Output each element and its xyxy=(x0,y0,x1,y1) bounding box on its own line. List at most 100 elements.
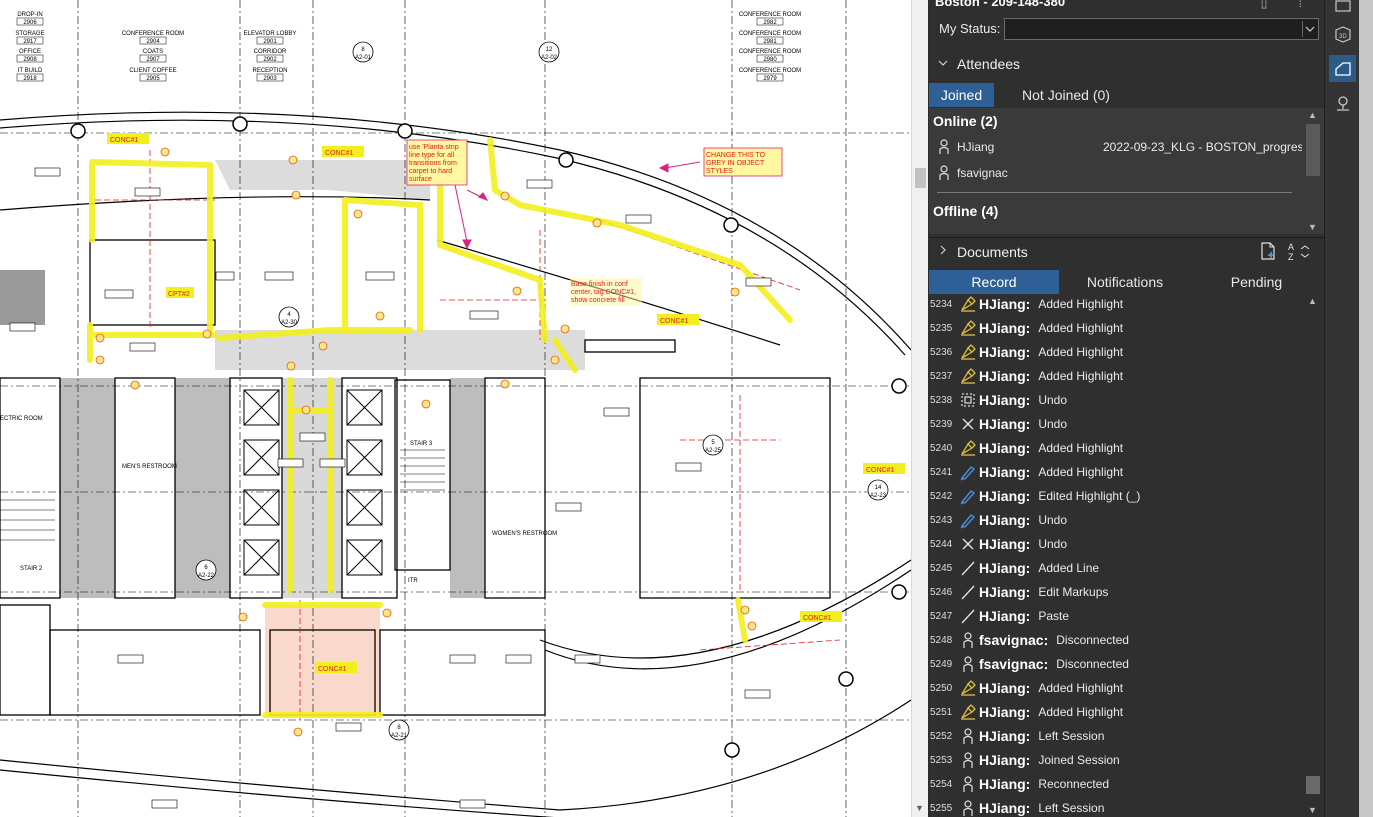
record-row[interactable]: 5244 HJiang: Undo xyxy=(929,532,1302,556)
record-user: HJiang: xyxy=(979,560,1031,576)
attendee-hjiang[interactable]: HJiang xyxy=(939,139,994,155)
attendees-header[interactable]: Attendees xyxy=(929,50,1324,78)
person-icon xyxy=(957,749,979,771)
record-row[interactable]: 5238 HJiang: Undo xyxy=(929,388,1302,412)
svg-text:CLIENT COFFEE: CLIENT COFFEE xyxy=(129,68,176,74)
svg-text:14: 14 xyxy=(875,485,882,491)
scroll-up-icon[interactable]: ▲ xyxy=(1308,110,1317,120)
sets-3d-icon[interactable]: 3D xyxy=(1329,20,1356,47)
record-number: 5244 xyxy=(930,538,953,550)
record-row[interactable]: 5255 HJiang: Left Session xyxy=(929,796,1302,817)
tab-not-joined[interactable]: Not Joined (0) xyxy=(1001,83,1131,107)
offline-group-title[interactable]: Offline (4) xyxy=(933,203,998,219)
record-row[interactable]: 5248 fsavignac: Disconnected xyxy=(929,628,1302,652)
svg-text:Base finish in conf: Base finish in conf xyxy=(571,281,628,288)
svg-text:CONFERENCE ROOM: CONFERENCE ROOM xyxy=(122,31,184,37)
my-status-dropdown[interactable] xyxy=(1004,18,1319,40)
record-user: fsavignac: xyxy=(979,656,1049,672)
record-row[interactable]: 5242 HJiang: Edited Highlight (_) xyxy=(929,484,1302,508)
tab-record[interactable]: Record xyxy=(929,270,1059,294)
record-number: 5250 xyxy=(930,682,953,694)
svg-text:CONC#1: CONC#1 xyxy=(803,615,832,622)
record-user: HJiang: xyxy=(979,464,1031,480)
tab-notifications[interactable]: Notifications xyxy=(1059,270,1191,294)
panel-icon[interactable] xyxy=(1329,0,1356,19)
record-scroll-thumb[interactable] xyxy=(1306,776,1320,794)
canvas-scroll-thumb[interactable] xyxy=(915,168,926,188)
record-action: Undo xyxy=(1038,417,1068,431)
scroll-down-icon[interactable]: ▼ xyxy=(1308,805,1317,815)
record-action: Added Highlight xyxy=(1038,321,1124,335)
attendees-scrollbar[interactable]: ▲ ▼ xyxy=(1302,108,1324,234)
svg-text:GREY IN OBJECT: GREY IN OBJECT xyxy=(706,160,765,167)
attendees-scroll-thumb[interactable] xyxy=(1306,124,1320,176)
record-row[interactable]: 5241 HJiang: Added Highlight xyxy=(929,460,1302,484)
record-row[interactable]: 5254 HJiang: Reconnected xyxy=(929,772,1302,796)
record-row[interactable]: 5253 HJiang: Joined Session xyxy=(929,748,1302,772)
record-row[interactable]: 5249 fsavignac: Disconnected xyxy=(929,652,1302,676)
record-row[interactable]: 5236 HJiang: Added Highlight xyxy=(929,340,1302,364)
attendee-name: fsavignac xyxy=(957,166,1008,180)
record-user: HJiang: xyxy=(979,368,1031,384)
window-edge xyxy=(1359,0,1373,817)
tab-pending[interactable]: Pending xyxy=(1191,270,1322,294)
svg-text:transitions from: transitions from xyxy=(409,160,457,167)
svg-text:3D: 3D xyxy=(1339,34,1347,40)
svg-text:A: A xyxy=(1288,242,1294,252)
session-title[interactable]: Boston - 209-148-380 xyxy=(935,0,1065,9)
chevron-down-icon[interactable] xyxy=(1302,21,1316,37)
location-pin-icon[interactable] xyxy=(1329,90,1356,117)
canvas-vertical-scrollbar[interactable]: ▼ xyxy=(911,0,928,817)
attendee-fsavignac[interactable]: fsavignac xyxy=(939,165,1008,181)
attendees-title: Attendees xyxy=(957,56,1021,72)
record-row[interactable]: 5234 HJiang: Added Highlight xyxy=(929,294,1302,316)
svg-text:Z: Z xyxy=(1288,252,1294,261)
record-row[interactable]: 5237 HJiang: Added Highlight xyxy=(929,364,1302,388)
record-row[interactable]: 5247 HJiang: Paste xyxy=(929,604,1302,628)
record-row[interactable]: 5239 HJiang: Undo xyxy=(929,412,1302,436)
record-user: HJiang: xyxy=(979,320,1031,336)
add-document-icon[interactable] xyxy=(1260,242,1276,263)
scroll-down-icon[interactable]: ▼ xyxy=(915,803,924,813)
svg-text:IT BUILD: IT BUILD xyxy=(18,68,43,74)
record-tabs: Record Notifications Pending xyxy=(929,270,1324,294)
record-row[interactable]: 5246 HJiang: Edit Markups xyxy=(929,580,1302,604)
svg-text:CONC#1: CONC#1 xyxy=(660,318,689,325)
record-row[interactable]: 5250 HJiang: Added Highlight xyxy=(929,676,1302,700)
online-group-title[interactable]: Online (2) xyxy=(933,113,998,129)
scroll-up-icon[interactable]: ▲ xyxy=(1308,296,1317,306)
my-status-label: My Status: xyxy=(939,21,1001,36)
tab-joined[interactable]: Joined xyxy=(929,83,994,107)
record-action: Undo xyxy=(1038,513,1068,527)
record-row[interactable]: 5235 HJiang: Added Highlight xyxy=(929,316,1302,340)
svg-text:OFFICE: OFFICE xyxy=(19,49,41,55)
record-row[interactable]: 5251 HJiang: Added Highlight xyxy=(929,700,1302,724)
svg-text:line type for all: line type for all xyxy=(409,152,455,159)
record-row[interactable]: 5252 HJiang: Left Session xyxy=(929,724,1302,748)
expand-chevron-icon[interactable] xyxy=(929,245,957,258)
svg-text:MEN'S RESTROOM: MEN'S RESTROOM xyxy=(122,464,177,470)
record-action: Disconnected xyxy=(1056,633,1129,647)
record-scrollbar[interactable]: ▲ ▼ xyxy=(1302,294,1324,817)
drawing-canvas[interactable]: 8 A2-01 12 A2-02 4 A2-30 6 A2-22 5 A2-25 14 A2… xyxy=(0,0,911,817)
svg-text:2981: 2981 xyxy=(763,39,777,45)
svg-text:A2-01: A2-01 xyxy=(355,55,372,61)
record-row[interactable]: 5243 HJiang: Undo xyxy=(929,508,1302,532)
svg-text:CORRIDOR: CORRIDOR xyxy=(254,49,287,55)
scroll-down-icon[interactable]: ▼ xyxy=(1308,222,1317,232)
floor-plan-drawing: 8A2-01 12A2-02 4A2-30 6A2-22 5A2-25 14A2… xyxy=(0,0,911,817)
documents-header[interactable]: Documents AZ xyxy=(929,237,1324,265)
studio-icon[interactable] xyxy=(1329,55,1356,82)
sort-az-icon[interactable]: AZ xyxy=(1288,241,1312,264)
svg-text:COATS: COATS xyxy=(143,49,163,55)
line-icon xyxy=(957,581,979,603)
record-row[interactable]: 5240 HJiang: Added Highlight xyxy=(929,436,1302,460)
session-tools[interactable]: ▯ ⁞ xyxy=(1261,0,1316,10)
record-row[interactable]: 5245 HJiang: Added Line xyxy=(929,556,1302,580)
documents-title: Documents xyxy=(957,243,1028,260)
attendee-name: HJiang xyxy=(957,140,995,154)
record-number: 5245 xyxy=(930,562,953,574)
group-divider xyxy=(937,192,1292,193)
collapse-chevron-icon[interactable] xyxy=(929,58,957,71)
svg-text:A2-22: A2-22 xyxy=(198,573,215,579)
